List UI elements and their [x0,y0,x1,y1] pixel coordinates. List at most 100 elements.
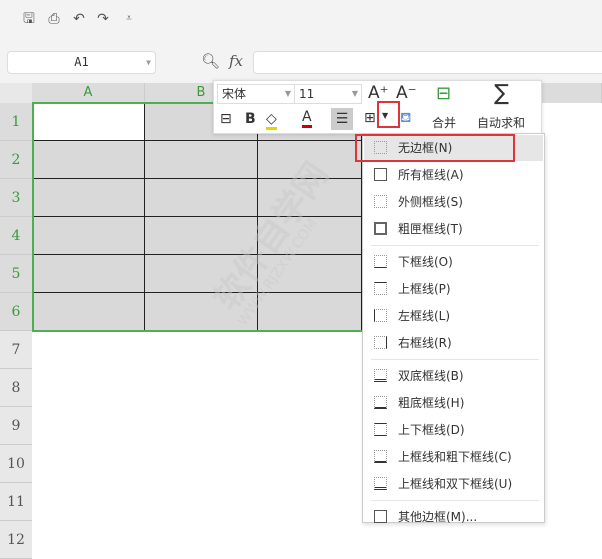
row-header-8[interactable]: 8 [0,369,32,407]
cell[interactable] [145,141,258,179]
select-all-corner[interactable] [0,83,32,103]
menu-item[interactable]: 左框线(L) [364,303,543,329]
cell[interactable] [258,217,362,255]
border-style-icon [374,309,387,322]
menu-item[interactable]: 上框线和粗下框线(C) [364,444,543,470]
cell[interactable] [258,255,362,293]
menu-item[interactable]: 上下框线(D) [364,417,543,443]
cell[interactable] [32,141,145,179]
cell[interactable] [258,141,362,179]
menu-item-label: 其他边框(M)... [398,510,478,524]
name-box-value: A1 [74,55,89,69]
redo-icon[interactable]: ↷ [94,10,112,28]
row-header-5[interactable]: 5 [0,255,32,293]
name-box[interactable]: A1 ▼ [7,51,156,74]
row-header-6[interactable]: 6 [0,293,32,331]
chevron-down-icon[interactable]: ▼ [146,52,151,73]
chevron-down-icon: ▼ [284,89,291,98]
row-header-2[interactable]: 2 [0,141,32,179]
merge-button[interactable]: 合并 [432,114,456,131]
menu-item-label: 上下框线(D) [398,423,465,437]
menu-item-label: 双底框线(B) [398,369,464,383]
format-painter-icon[interactable]: ⛾ [400,110,411,128]
decrease-font-button[interactable]: A⁻ [396,83,417,103]
undo-icon[interactable]: ↶ [70,10,88,28]
cell[interactable] [32,103,145,141]
column-header-a[interactable]: A [32,83,145,103]
highlight-no-border [355,134,515,162]
search-icon[interactable]: 🔍︎ [201,52,220,70]
menu-item[interactable]: 上框线(P) [364,276,543,302]
cell[interactable] [145,179,258,217]
border-style-icon [374,423,387,436]
cell[interactable] [145,217,258,255]
menu-item[interactable]: 粗匣框线(T) [364,216,543,242]
border-style-icon [374,396,387,409]
cell[interactable] [258,293,362,331]
cell[interactable] [32,255,145,293]
menu-item[interactable]: 下框线(O) [364,249,543,275]
menu-item-label: 粗匣框线(T) [398,222,463,236]
border-style-icon [374,510,387,523]
quick-access-toolbar: 🖫 ⎙ ↶ ↷ ⩡ [0,0,602,42]
row-header-3[interactable]: 3 [0,179,32,217]
cell[interactable] [145,255,258,293]
merge-icon[interactable]: ⊟ [436,83,451,104]
menu-item[interactable]: 双底框线(B) [364,363,543,389]
align-icon[interactable]: ☰ [331,108,353,130]
border-style-icon [374,477,387,490]
menu-item[interactable]: 右框线(R) [364,330,543,356]
border-style-icon [374,255,387,268]
border-menu: 无边框(N) 所有框线(A) 外侧框线(S) 粗匣框线(T) 下框线(O) 上框线(P) 左… [362,133,545,524]
menu-item-label: 下框线(O) [398,255,453,269]
menu-item-label: 上框线和双下框线(U) [398,477,513,491]
menu-item[interactable]: 其他边框(M)... [364,504,543,530]
menu-item[interactable]: 粗底框线(H) [364,390,543,416]
menu-separator [371,500,539,501]
highlight-border-dropdown [377,101,400,128]
menu-item[interactable]: 所有框线(A) [364,162,543,188]
cell[interactable] [258,179,362,217]
font-color-button[interactable]: A [302,109,312,128]
print-preview-icon[interactable]: ⎙ [45,10,63,28]
border-style-icon [374,336,387,349]
bold-button[interactable]: B [245,111,256,127]
save-icon[interactable]: 🖫 [20,10,38,28]
row-header-7[interactable]: 7 [0,331,32,369]
menu-separator [371,245,539,246]
chevron-down-icon: ▼ [351,89,358,98]
font-name-select[interactable]: 宋体 ▼ [217,84,295,104]
cell[interactable] [32,179,145,217]
row-header-1[interactable]: 1 [0,103,32,141]
customize-dropdown-icon[interactable]: ⩡ [120,10,138,28]
border-style-icon [374,222,387,235]
row-header-12[interactable]: 12 [0,521,32,559]
formula-input[interactable] [253,51,602,74]
menu-item-label: 左框线(L) [398,309,451,323]
border-style-icon [374,168,387,181]
menu-separator [371,359,539,360]
border-icon[interactable]: ⊞ [364,110,376,126]
font-name-value: 宋体 [222,87,247,101]
cell[interactable] [32,293,145,331]
border-style-icon [374,450,387,463]
menu-item-label: 粗底框线(H) [398,396,465,410]
border-style-icon [374,282,387,295]
font-size-select[interactable]: 11 ▼ [294,84,362,104]
cell[interactable] [32,217,145,255]
menu-item-label: 上框线和粗下框线(C) [398,450,512,464]
border-style-icon [374,369,387,382]
row-header-11[interactable]: 11 [0,483,32,521]
menu-item[interactable]: 上框线和双下框线(U) [364,471,543,497]
row-header-10[interactable]: 10 [0,445,32,483]
wrap-icon[interactable]: ⊟ [220,111,232,127]
row-header-4[interactable]: 4 [0,217,32,255]
row-header-9[interactable]: 9 [0,407,32,445]
fill-color-icon[interactable]: ◇ [266,111,277,130]
sum-icon: ∑ [494,81,509,106]
menu-item[interactable]: 外侧框线(S) [364,189,543,215]
autosum-button[interactable]: 自动求和 [477,114,525,131]
cell[interactable] [145,293,258,331]
increase-font-button[interactable]: A⁺ [368,83,389,103]
function-icon[interactable]: fx [229,52,243,70]
